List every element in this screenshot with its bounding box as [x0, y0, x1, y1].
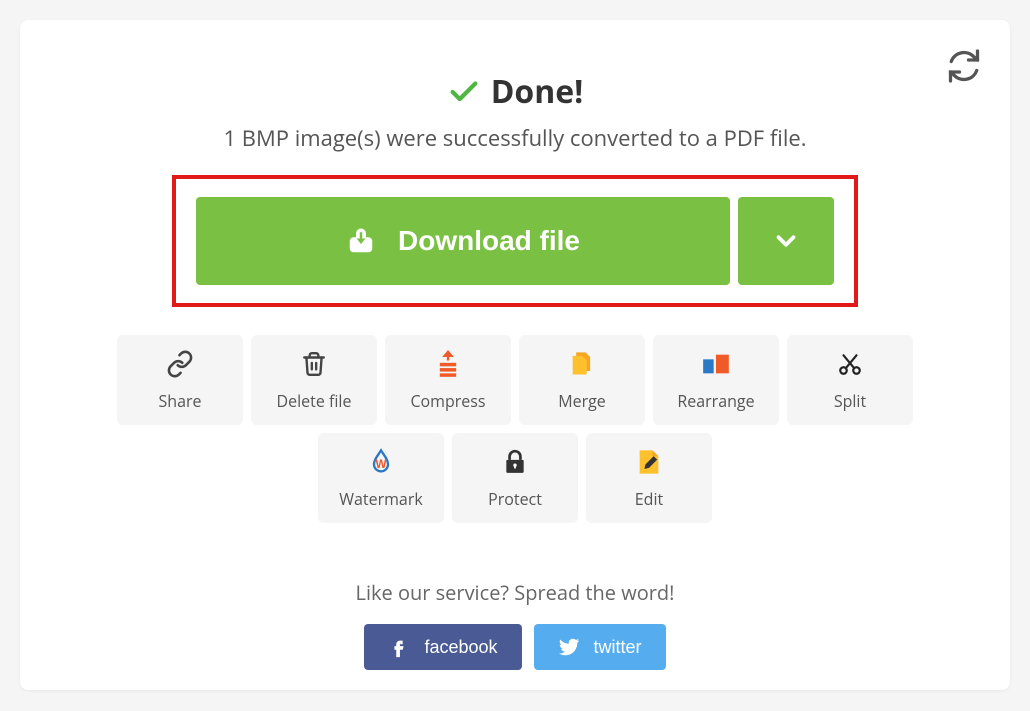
result-card: Done! 1 BMP image(s) were successfully c…: [20, 20, 1010, 690]
svg-text:W: W: [375, 458, 386, 471]
download-button[interactable]: Download file: [196, 197, 730, 285]
header: Done! 1 BMP image(s) were successfully c…: [60, 70, 970, 153]
action-label: Edit: [635, 488, 663, 510]
link-icon: [166, 348, 194, 380]
spread-section: Like our service? Spread the word! faceb…: [60, 579, 970, 670]
download-icon: [346, 226, 376, 256]
action-protect[interactable]: Protect: [452, 433, 578, 523]
edit-icon: [635, 446, 663, 478]
action-label: Compress: [410, 390, 485, 412]
done-subtitle: 1 BMP image(s) were successfully convert…: [60, 123, 970, 153]
compress-icon: [434, 348, 462, 380]
action-watermark[interactable]: W Watermark: [318, 433, 444, 523]
scissors-icon: [837, 348, 863, 380]
rearrange-icon: [701, 348, 731, 380]
facebook-share-button[interactable]: facebook: [364, 624, 521, 670]
action-merge[interactable]: Merge: [519, 335, 645, 425]
action-label: Watermark: [339, 488, 423, 510]
twitter-share-button[interactable]: twitter: [534, 624, 666, 670]
action-split[interactable]: Split: [787, 335, 913, 425]
action-label: Split: [834, 390, 866, 412]
action-label: Delete file: [277, 390, 352, 412]
watermark-icon: W: [367, 446, 395, 478]
action-grid: Share Delete file: [60, 335, 970, 523]
action-delete[interactable]: Delete file: [251, 335, 377, 425]
action-rearrange[interactable]: Rearrange: [653, 335, 779, 425]
action-label: Merge: [558, 390, 606, 412]
facebook-icon: [388, 636, 410, 658]
check-icon: [447, 75, 481, 109]
done-title: Done!: [491, 70, 584, 113]
files-icon: [568, 348, 596, 380]
trash-icon: [301, 348, 327, 380]
action-label: Rearrange: [677, 390, 754, 412]
action-share[interactable]: Share: [117, 335, 243, 425]
twitter-icon: [558, 636, 580, 658]
action-label: Share: [159, 390, 202, 412]
spread-prompt: Like our service? Spread the word!: [60, 579, 970, 606]
refresh-button[interactable]: [946, 48, 982, 84]
chevron-down-icon: [771, 226, 801, 256]
action-label: Protect: [488, 488, 542, 510]
download-highlight-box: Download file: [172, 175, 858, 307]
action-edit[interactable]: Edit: [586, 433, 712, 523]
lock-icon: [502, 446, 528, 478]
action-compress[interactable]: Compress: [385, 335, 511, 425]
download-dropdown-button[interactable]: [738, 197, 834, 285]
